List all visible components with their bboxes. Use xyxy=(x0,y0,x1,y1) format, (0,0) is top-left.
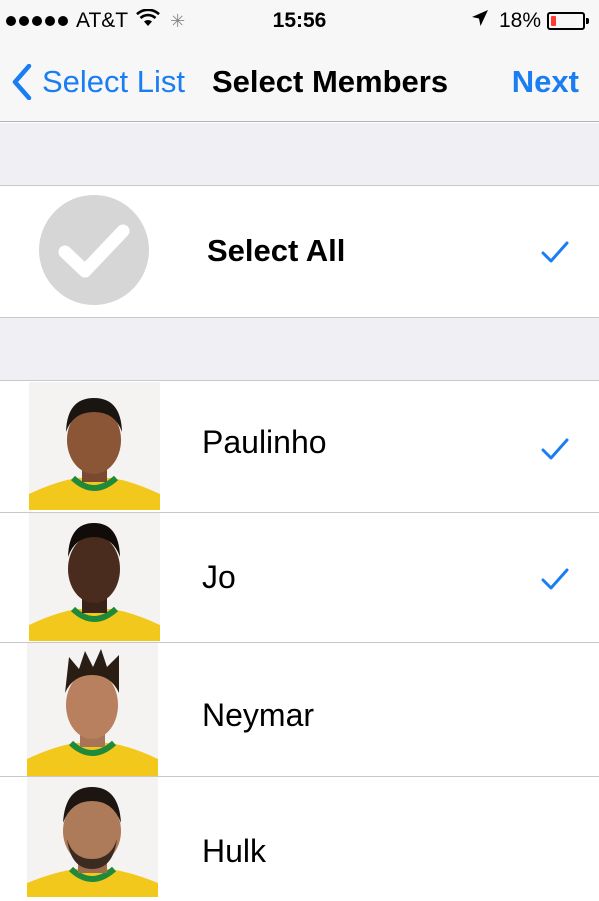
member-name: Jo xyxy=(202,559,236,595)
avatar xyxy=(27,643,158,776)
member-name: Paulinho xyxy=(202,424,327,460)
location-arrow-icon xyxy=(471,9,489,33)
battery-percent: 18% xyxy=(498,9,541,32)
avatar xyxy=(29,382,160,510)
status-right: 18% xyxy=(471,9,589,33)
member-row-paulinho[interactable]: Paulinho xyxy=(0,382,599,512)
status-bar: AT&T ✳ 15:56 18% xyxy=(0,0,599,44)
battery-level-fill xyxy=(551,16,556,26)
page-title: Select Members xyxy=(212,64,449,99)
back-button-label: Select List xyxy=(42,64,186,99)
back-button[interactable]: Select List xyxy=(12,60,185,104)
checkmark-circle-icon xyxy=(58,224,130,278)
member-name: Neymar xyxy=(202,697,315,733)
section-spacer xyxy=(0,123,599,186)
checkmark-icon xyxy=(541,241,569,263)
member-row-neymar[interactable]: Neymar xyxy=(0,643,599,776)
section-spacer xyxy=(0,317,599,381)
select-all-row[interactable]: Select All xyxy=(0,187,599,317)
checkmark-icon xyxy=(541,568,569,590)
member-name: Hulk xyxy=(202,833,267,869)
select-all-label: Select All xyxy=(207,233,346,268)
next-button[interactable]: Next xyxy=(512,64,579,100)
checkmark-icon xyxy=(541,438,569,460)
member-row-hulk[interactable]: Hulk xyxy=(0,777,599,901)
chevron-left-icon xyxy=(12,60,42,104)
battery-icon xyxy=(547,12,589,30)
avatar xyxy=(29,513,160,641)
select-all-avatar xyxy=(39,195,149,305)
avatar xyxy=(27,777,158,897)
navigation-bar: Select List Select Members Next xyxy=(0,44,599,122)
member-row-jo[interactable]: Jo xyxy=(0,513,599,642)
